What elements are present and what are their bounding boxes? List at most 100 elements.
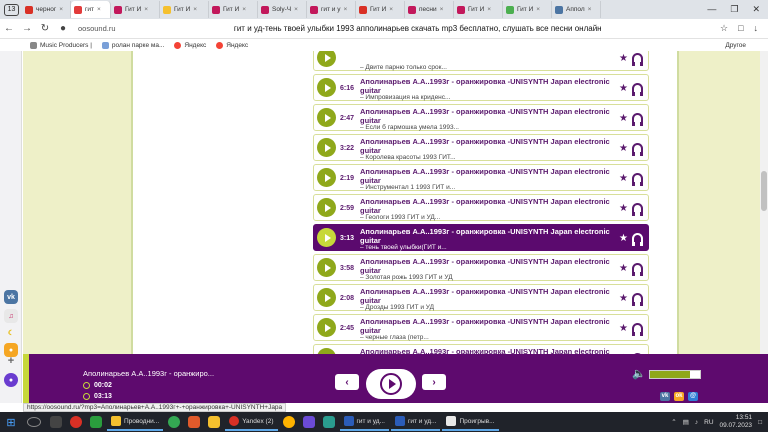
chrome-icon[interactable] bbox=[168, 416, 181, 428]
track-row[interactable]: 6:16 Аполинарьев А.А..1993г - оранжировка… bbox=[313, 74, 649, 101]
track-title[interactable]: Аполинарьев А.А..1993г - оранжировка -UN… bbox=[360, 77, 610, 95]
extensions-icon[interactable]: □ bbox=[738, 23, 743, 34]
prev-button[interactable]: ‹ bbox=[335, 374, 359, 390]
volume-slider[interactable] bbox=[649, 370, 701, 379]
reload-icon[interactable]: ↻ bbox=[36, 23, 54, 34]
speaker-icon[interactable]: ♪ bbox=[695, 419, 698, 426]
headphones-icon[interactable] bbox=[632, 263, 643, 276]
headphones-icon[interactable] bbox=[632, 53, 643, 66]
track-title[interactable]: Аполинарьев А.А..1993г - оранжировка -UN… bbox=[360, 197, 610, 215]
tab-7[interactable]: Гит И × bbox=[356, 1, 405, 18]
forward-icon[interactable]: → bbox=[18, 23, 36, 34]
bookmark-item[interactable]: Music Producers | bbox=[30, 41, 92, 49]
track-title[interactable]: Аполинарьев А.А..1993г - оранжировка -UN… bbox=[360, 107, 610, 125]
tab-4[interactable]: Гит И × bbox=[209, 1, 258, 18]
volume-icon[interactable]: 🔈 bbox=[632, 367, 646, 380]
tab-1[interactable]: гит × bbox=[71, 1, 111, 18]
page-title[interactable]: гит и уд-тень твоей улыбки 1993 апполина… bbox=[116, 24, 720, 33]
search-icon[interactable] bbox=[27, 417, 41, 427]
tab-close-icon[interactable]: × bbox=[487, 6, 491, 13]
track-play-icon[interactable] bbox=[317, 168, 336, 187]
tab-close-icon[interactable]: × bbox=[97, 6, 101, 13]
track-title[interactable]: Аполинарьев А.А..1993г - оранжировка -UN… bbox=[360, 317, 610, 335]
headphones-icon[interactable] bbox=[632, 143, 643, 156]
track-play-icon[interactable] bbox=[317, 51, 336, 67]
windows-start-icon[interactable]: ⊞ bbox=[0, 416, 22, 429]
tab-close-icon[interactable]: × bbox=[536, 6, 540, 13]
favorite-star-icon[interactable]: ★ bbox=[619, 53, 628, 64]
app-icon[interactable] bbox=[322, 416, 335, 428]
taskbar-app[interactable]: Проводни... bbox=[107, 413, 164, 431]
track-play-icon[interactable] bbox=[317, 78, 336, 97]
tab-count[interactable]: 13 bbox=[4, 3, 19, 16]
url-domain[interactable]: oosound.ru bbox=[78, 24, 116, 33]
play-button[interactable] bbox=[366, 369, 416, 399]
tray-arrow-icon[interactable]: ⌃ bbox=[671, 418, 676, 426]
tab-0[interactable]: черног × bbox=[22, 1, 71, 18]
tab-close-icon[interactable]: × bbox=[389, 6, 393, 13]
track-subtitle[interactable]: – Если б гармошка умела 1993... bbox=[360, 124, 459, 131]
task-view-icon[interactable] bbox=[50, 416, 62, 428]
track-row[interactable]: 3:22 Аполинарьев А.А..1993г - оранжировка… bbox=[313, 134, 649, 161]
headphones-icon[interactable] bbox=[632, 83, 643, 96]
track-row[interactable]: 2:45 Аполинарьев А.А..1993г - оранжировка… bbox=[313, 314, 649, 341]
headphones-icon[interactable] bbox=[632, 293, 643, 306]
tab-5[interactable]: Soly-Ч × bbox=[258, 1, 307, 18]
headphones-icon[interactable] bbox=[632, 233, 643, 246]
favorite-star-icon[interactable]: ★ bbox=[619, 323, 628, 334]
track-play-icon[interactable] bbox=[317, 288, 336, 307]
tab-close-icon[interactable]: × bbox=[588, 6, 592, 13]
moon-icon[interactable]: ☾ bbox=[4, 326, 18, 340]
favorite-star-icon[interactable]: ★ bbox=[619, 83, 628, 94]
headphones-icon[interactable] bbox=[632, 323, 643, 336]
taskbar-app[interactable]: Проигрыв... bbox=[442, 413, 499, 431]
track-title[interactable]: Аполинарьев А.А..1993г - оранжировка -UN… bbox=[360, 227, 610, 245]
track-subtitle[interactable]: – Геологи 1993 ГИТ и УД... bbox=[360, 214, 440, 221]
restore-icon[interactable]: ❐ bbox=[730, 4, 738, 15]
headphones-icon[interactable] bbox=[632, 113, 643, 126]
track-row[interactable]: – Двите парню только срок... ★ bbox=[313, 51, 649, 71]
track-row[interactable]: 2:47 Аполинарьев А.А..1993г - оранжировка… bbox=[313, 104, 649, 131]
track-subtitle[interactable]: – тень твоей улыбки(ГИТ и... bbox=[360, 244, 447, 251]
network-icon[interactable]: ▤ bbox=[683, 418, 689, 426]
track-play-icon[interactable] bbox=[317, 228, 336, 247]
track-subtitle[interactable]: – Дрозды 1993 ГИТ и УД bbox=[360, 304, 434, 311]
tab-3[interactable]: Гит И × bbox=[160, 1, 209, 18]
bookmark-item[interactable]: Яндекс bbox=[216, 41, 248, 49]
track-subtitle[interactable]: – Королева красоты 1993 ГИТ... bbox=[360, 154, 456, 161]
track-play-icon[interactable] bbox=[317, 318, 336, 337]
favorite-star-icon[interactable]: ★ bbox=[619, 293, 628, 304]
track-title[interactable]: Аполинарьев А.А..1993г - оранжировка -UN… bbox=[360, 287, 610, 305]
bookmark-item[interactable]: Яндекс bbox=[174, 41, 206, 49]
vk-icon[interactable]: vk bbox=[4, 290, 18, 304]
track-subtitle[interactable]: – Двите парню только срок... bbox=[360, 64, 447, 71]
close-icon[interactable]: ✕ bbox=[752, 4, 760, 15]
app-icon[interactable] bbox=[302, 416, 315, 428]
ok-share-icon[interactable]: ok bbox=[674, 392, 684, 401]
vk-share-icon[interactable]: vk bbox=[660, 392, 670, 401]
track-subtitle[interactable]: – Инструментал 1 1993 ГИТ и... bbox=[360, 184, 455, 191]
back-icon[interactable]: ← bbox=[0, 23, 18, 34]
app-icon[interactable] bbox=[282, 416, 295, 428]
taskbar-app[interactable]: гит и уд... bbox=[390, 413, 441, 431]
add-icon[interactable]: + bbox=[4, 354, 18, 368]
download-icon[interactable]: ↓ bbox=[754, 23, 759, 34]
tab-close-icon[interactable]: × bbox=[242, 6, 246, 13]
tab-close-icon[interactable]: × bbox=[193, 6, 197, 13]
tab-6[interactable]: гит и у × bbox=[307, 1, 356, 18]
scrollbar-thumb[interactable] bbox=[761, 171, 767, 211]
favorite-star-icon[interactable]: ★ bbox=[619, 203, 628, 214]
app-icon[interactable] bbox=[208, 416, 221, 428]
favorite-star-icon[interactable]: ★ bbox=[619, 143, 628, 154]
tab-close-icon[interactable]: × bbox=[59, 6, 63, 13]
headphones-icon[interactable] bbox=[632, 203, 643, 216]
taskbar-app[interactable]: Yandex (2) bbox=[225, 413, 278, 431]
track-title[interactable]: Аполинарьев А.А..1993г - оранжировка -UN… bbox=[360, 347, 610, 354]
favorite-star-icon[interactable]: ★ bbox=[619, 173, 628, 184]
favorite-star-icon[interactable]: ★ bbox=[619, 113, 628, 124]
mail-share-icon[interactable]: @ bbox=[688, 392, 698, 401]
track-row[interactable]: 2:19 Аполинарьев А.А..1993г - оранжировка… bbox=[313, 164, 649, 191]
track-title[interactable]: Аполинарьев А.А..1993г - оранжировка -UN… bbox=[360, 257, 610, 275]
tab-2[interactable]: Гит И × bbox=[111, 1, 160, 18]
minimize-icon[interactable]: — bbox=[707, 4, 716, 15]
